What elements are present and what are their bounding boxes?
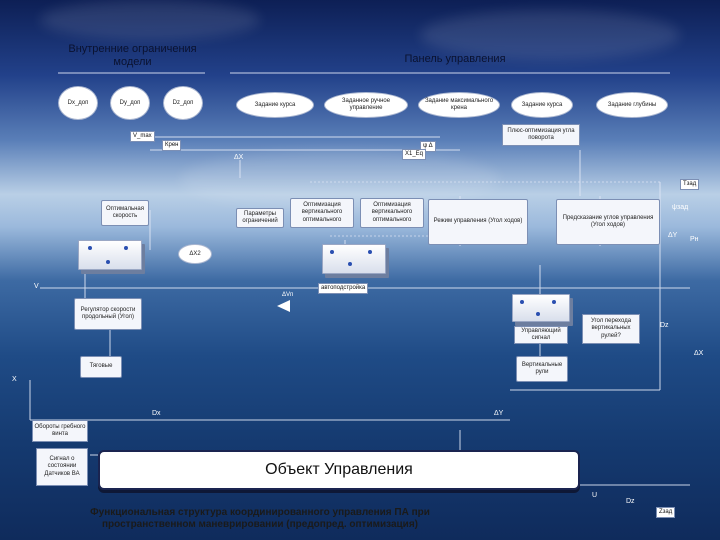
node-dot — [106, 260, 110, 264]
panel-header: Панель управления — [404, 53, 506, 65]
reg-box: Регулятор скорости продольный (Угол) — [74, 298, 142, 330]
label-dx: ΔX — [694, 350, 704, 357]
label-pdv: ΔVп — [282, 292, 294, 298]
node-dot — [124, 246, 128, 250]
opt1-box: Оптимизация вертикального оптимального — [290, 198, 354, 228]
constraints-header: Внутренние ограничения модели — [68, 43, 197, 68]
label-dy-low: ΔY — [494, 410, 504, 417]
label-course: Крен — [162, 140, 182, 151]
label-ax: ΔX — [234, 154, 244, 161]
label-x: X — [12, 376, 17, 383]
rudder-box: Режим управления (Угол ходов) — [428, 199, 528, 245]
label-x-eq: X1_Eq — [402, 149, 427, 160]
diagram-canvas: Внутренние ограничения модели Панель упр… — [0, 0, 720, 540]
label-dz: Dz — [660, 322, 669, 329]
vert-rudder-box: Вертикальные рули — [516, 356, 568, 382]
label-v: V — [34, 283, 39, 290]
block-3d-left — [78, 240, 142, 270]
turn-box: Обороты гребного винта — [32, 420, 88, 442]
control-signal-box: Управляющий сигнал — [514, 326, 568, 344]
ellipse-dx: Dx_доп — [58, 86, 98, 120]
opt2-box: Оптимизация вертикального оптимального — [360, 198, 424, 228]
axe-ellipse: ΔX2 — [178, 244, 212, 264]
label-psi-zad: ψзад — [672, 204, 689, 211]
pred-box: Предсказание углов управления (Угол ходо… — [556, 199, 660, 245]
signal-box: Сигнал о состоянии Датчиков ВА — [36, 448, 88, 486]
block-3d-middle — [322, 244, 386, 274]
vert-dev-box: Угол перехода вертикальных рулей? — [582, 314, 640, 344]
ellipse-dy: Dy_доп — [110, 86, 150, 120]
label-tzad: Tзад — [680, 179, 700, 190]
ellipse-course-2: Задание курса — [511, 92, 573, 118]
diagram-caption: Функциональная структура координированно… — [90, 507, 430, 530]
ellipse-course: Задание курса — [236, 92, 314, 118]
node-dot — [348, 262, 352, 266]
ellipse-final-angle: Задание максимального крена — [418, 92, 500, 118]
label-dz-low: Dz — [626, 498, 635, 505]
params-box: Параметры ограничений — [236, 208, 284, 228]
thrust-box: Тяговые — [80, 356, 122, 378]
direction-arrow — [277, 300, 290, 312]
label-pi: Pн — [690, 236, 699, 243]
label-u: U — [592, 492, 598, 499]
label-v-max: V_max — [130, 131, 155, 142]
ellipse-manual: Заданное ручное управление — [324, 92, 408, 118]
node-dot — [368, 250, 372, 254]
node-dot — [536, 312, 540, 316]
label-dx-low: Dx — [152, 410, 161, 417]
speed-box: Оптимальная скорость — [101, 200, 149, 226]
node-dot — [552, 300, 556, 304]
plus-opt-box: Плюс-оптимизация угла поворота — [502, 124, 580, 146]
node-dot — [330, 250, 334, 254]
node-dot — [520, 300, 524, 304]
ellipse-depth: Задание глубины — [596, 92, 668, 118]
block-3d-right — [512, 294, 570, 322]
label-dy: ΔY — [668, 232, 678, 239]
label-autocorr: автоподстройка — [318, 283, 369, 294]
label-zad: Zзад — [656, 507, 676, 518]
ellipse-dz: Dz_доп — [163, 86, 203, 120]
control-object-box: Объект Управления — [98, 450, 580, 490]
node-dot — [88, 246, 92, 250]
